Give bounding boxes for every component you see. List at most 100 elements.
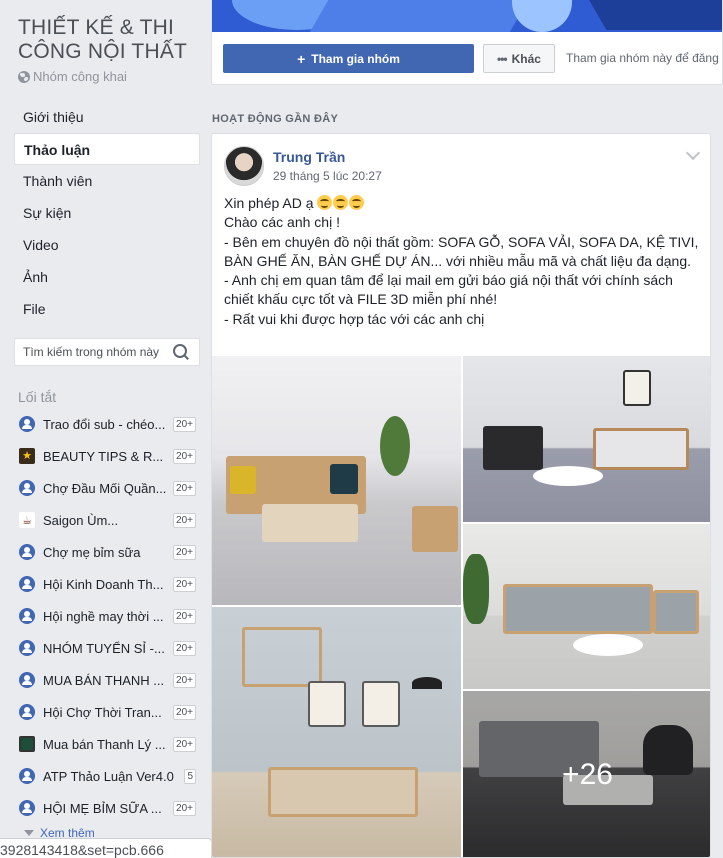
post-text: Xin phép AD ạ Chào các anh chị ! - Bên e…	[224, 194, 700, 329]
group-icon	[19, 416, 35, 432]
post-options-chevron-icon[interactable]	[685, 145, 701, 161]
group-privacy-label: Nhóm công khai	[33, 69, 127, 84]
post-line: - Bên em chuyên đồ nội thất gồm: SOFA GỖ…	[224, 233, 699, 269]
post-photo[interactable]	[212, 356, 461, 605]
shortcut-badge: 20+	[173, 672, 196, 688]
smile-emoji-icon	[349, 195, 365, 210]
join-group-label: Tham gia nhóm	[311, 51, 400, 66]
shortcut-badge: 20+	[173, 544, 196, 560]
group-icon	[19, 704, 35, 720]
recent-activity-title: HOẠT ĐỘNG GẦN ĐÂY	[212, 113, 339, 125]
join-hint-text: Tham gia nhóm này để đăng v	[566, 51, 723, 65]
shortcut-item[interactable]: Chợ Đầu Mối Quần... 20+	[14, 472, 200, 504]
post-line: - Anh chị em quan tâm để lại mail em gửi…	[224, 272, 673, 308]
shortcut-badge: 20+	[173, 736, 196, 752]
group-icon	[19, 672, 35, 688]
plus-icon: +	[297, 50, 306, 67]
shortcut-label: Mua bán Thanh Lý ...	[43, 736, 166, 752]
group-search-input[interactable]	[15, 339, 169, 365]
post-photo[interactable]	[463, 356, 710, 522]
nav-item-about[interactable]: Giới thiệu	[14, 101, 200, 133]
shortcut-label: Chợ Đầu Mối Quần...	[43, 480, 167, 496]
join-group-button[interactable]: + Tham gia nhóm	[223, 44, 474, 73]
shortcut-item[interactable]: Hội Chợ Thời Tran... 20+	[14, 696, 200, 728]
shortcut-item[interactable]: HỘI MẸ BỈM SỮA ... 20+	[14, 792, 200, 824]
nav-item-events[interactable]: Sự kiện	[14, 197, 200, 229]
more-button[interactable]: ••• Khác	[483, 44, 555, 73]
post-line: Chào các anh chị !	[224, 214, 340, 231]
shortcut-label: MUA BÁN THANH ...	[43, 672, 165, 688]
shortcut-item[interactable]: ATP Thảo Luận Ver4.0 5	[14, 760, 200, 792]
nav-item-members[interactable]: Thành viên	[14, 165, 200, 197]
group-icon	[19, 640, 35, 656]
shortcut-label: Hội Chợ Thời Tran...	[43, 704, 162, 720]
shortcut-item[interactable]: Mua bán Thanh Lý ... 20+	[14, 728, 200, 760]
shortcut-label: Trao đổi sub - chéo...	[43, 416, 166, 432]
star-image-icon: ★	[19, 448, 35, 464]
shortcut-item[interactable]: Hội nghề may thời ... 20+	[14, 600, 200, 632]
post-line: Xin phép AD ạ	[224, 194, 700, 213]
post-line: - Rất vui khi được hợp tác với các anh c…	[224, 310, 485, 327]
coffee-image-icon: ☕	[19, 512, 35, 528]
shortcut-label: NHÓM TUYỂN SỈ -...	[43, 640, 165, 656]
shortcut-label: ATP Thảo Luận Ver4.0	[43, 768, 174, 784]
search-icon[interactable]	[169, 340, 193, 364]
shortcut-label: Chợ mẹ bỉm sữa	[43, 544, 141, 560]
shortcuts-title: Lối tắt	[18, 389, 57, 405]
shortcut-item[interactable]: Hội Kinh Doanh Th... 20+	[14, 568, 200, 600]
shortcuts-list: Trao đổi sub - chéo... 20+ ★ BEAUTY TIPS…	[14, 408, 200, 824]
group-icon	[19, 544, 35, 560]
group-icon	[19, 480, 35, 496]
post-photo[interactable]	[212, 607, 461, 857]
post-photo[interactable]	[463, 524, 710, 689]
group-icon	[19, 800, 35, 816]
nav-item-discussion[interactable]: Thảo luận	[14, 133, 200, 165]
group-icon	[19, 576, 35, 592]
post-author[interactable]: Trung Trần	[273, 149, 345, 165]
group-privacy: Nhóm công khai	[18, 69, 127, 84]
browser-status-url: 3928143418&set=pcb.666	[0, 838, 212, 858]
shortcut-item[interactable]: Chợ mẹ bỉm sữa 20+	[14, 536, 200, 568]
shortcut-label: HỘI MẸ BỈM SỮA ...	[43, 800, 162, 816]
shortcut-badge: 20+	[173, 512, 196, 528]
shortcut-label: Hội Kinh Doanh Th...	[43, 576, 164, 592]
smile-emoji-icon	[317, 195, 333, 210]
nav-item-files[interactable]: File	[14, 293, 200, 325]
post-card: Trung Trần 29 tháng 5 lúc 20:27 Xin phép…	[211, 133, 711, 858]
globe-icon	[18, 70, 30, 83]
shortcut-label: Saigon Ùm...	[43, 512, 119, 528]
shortcut-item[interactable]: ★ BEAUTY TIPS & R... 20+	[14, 440, 200, 472]
shortcut-badge: 20+	[173, 480, 196, 496]
shortcut-item[interactable]: ☕ Saigon Ùm... 20+	[14, 504, 200, 536]
more-photos-overlay[interactable]: +26	[463, 691, 710, 857]
avatar[interactable]	[224, 146, 264, 186]
shortcut-badge: 20+	[173, 704, 196, 720]
more-dots-icon: •••	[497, 51, 508, 66]
shortcut-badge: 20+	[173, 640, 196, 656]
group-icon	[19, 608, 35, 624]
shortcut-label: BEAUTY TIPS & R...	[43, 448, 164, 464]
shortcut-badge: 5	[184, 768, 196, 784]
shortcut-badge: 20+	[173, 576, 196, 592]
shortcut-badge: 20+	[173, 800, 196, 816]
shortcut-badge: 20+	[173, 608, 196, 624]
group-nav: Giới thiệu Thảo luận Thành viên Sự kiện …	[14, 101, 200, 325]
nav-item-videos[interactable]: Video	[14, 229, 200, 261]
cover-photo[interactable]	[212, 0, 722, 32]
post-timestamp[interactable]: 29 tháng 5 lúc 20:27	[273, 169, 382, 183]
shortcut-badge: 20+	[173, 416, 196, 432]
group-sidebar: THIẾT KẾ & THI CÔNG NỘI THẤT Nhóm công k…	[0, 0, 210, 858]
group-header-card: + Tham gia nhóm ••• Khác Tham gia nhóm n…	[211, 0, 723, 85]
group-title[interactable]: THIẾT KẾ & THI CÔNG NỘI THẤT	[18, 16, 198, 64]
shortcut-item[interactable]: MUA BÁN THANH ... 20+	[14, 664, 200, 696]
shortcut-badge: 20+	[173, 448, 196, 464]
smile-emoji-icon	[333, 195, 349, 210]
group-icon	[19, 768, 35, 784]
chevron-down-icon	[24, 830, 34, 836]
shortcut-item[interactable]: Trao đổi sub - chéo... 20+	[14, 408, 200, 440]
shortcut-item[interactable]: NHÓM TUYỂN SỈ -... 20+	[14, 632, 200, 664]
group-search	[14, 338, 200, 366]
more-label: Khác	[511, 51, 541, 66]
nav-item-photos[interactable]: Ảnh	[14, 261, 200, 293]
shortcut-label: Hội nghề may thời ...	[43, 608, 164, 624]
